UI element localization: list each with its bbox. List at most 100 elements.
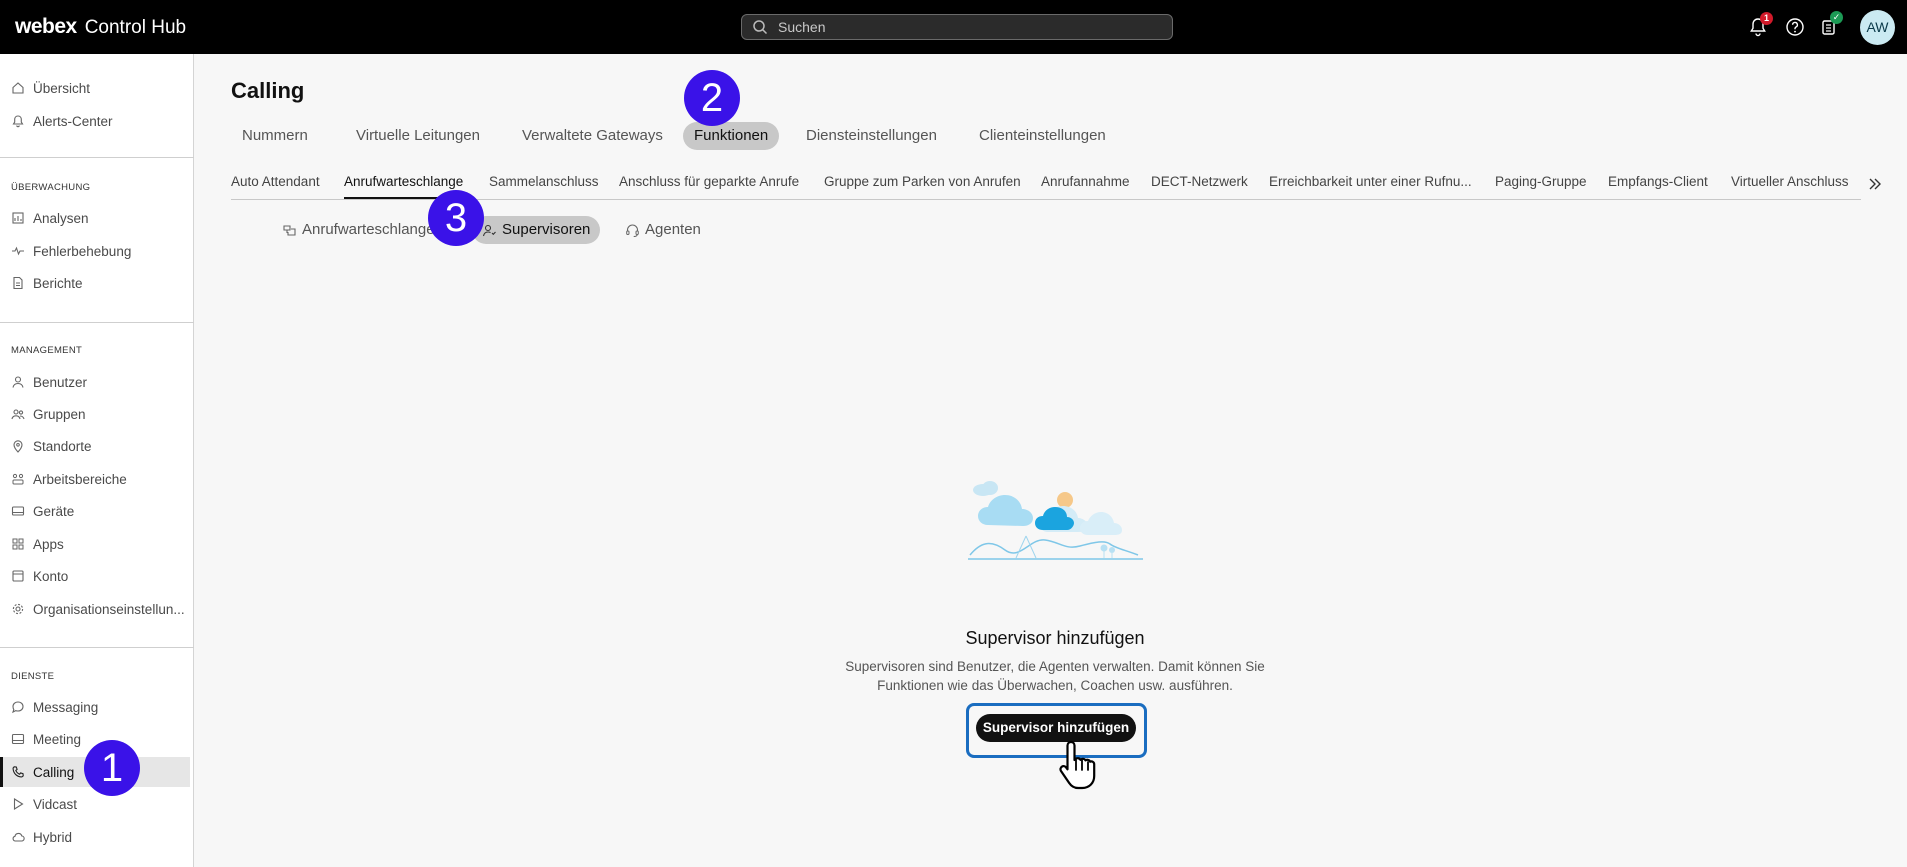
empty-state-cloud-illustration — [968, 481, 1143, 560]
feature-tab-virtual-extension[interactable]: Virtueller Anschluss — [1731, 174, 1849, 199]
sidebar-item-label: Standorte — [33, 438, 92, 454]
sub-tab-supervisors[interactable]: Supervisoren — [472, 216, 601, 244]
feature-tab-auto-attendant[interactable]: Auto Attendant — [231, 174, 320, 199]
phone-icon — [12, 766, 24, 778]
product-name: Control Hub — [84, 17, 187, 38]
feature-tab-hunt-group[interactable]: Sammelanschluss — [489, 174, 599, 199]
hand-pointer-cursor-icon — [1059, 740, 1096, 790]
search-icon — [753, 20, 768, 35]
help-icon[interactable] — [1784, 16, 1806, 38]
tab-service-settings[interactable]: Diensteinstellungen — [795, 122, 948, 150]
user-icon — [12, 376, 24, 388]
bell-icon — [12, 115, 24, 128]
sidebar-item-hybrid[interactable]: Hybrid — [0, 822, 190, 852]
feature-tab-call-pickup[interactable]: Anrufannahme — [1041, 174, 1130, 199]
gear-icon — [12, 603, 24, 615]
call-queue-icon — [283, 224, 296, 236]
chevron-double-right-icon[interactable] — [1867, 176, 1883, 192]
sidebar-item-alerts-center[interactable]: Alerts-Center — [0, 106, 190, 136]
sidebar-item-label: Meeting — [33, 731, 82, 747]
sidebar-section-services: DIENSTE — [11, 671, 55, 682]
tab-managed-gateways[interactable]: Verwaltete Gateways — [511, 122, 674, 150]
notification-badge: 1 — [1760, 12, 1773, 25]
webex-logo: webex — [15, 15, 77, 38]
sidebar-divider — [0, 322, 194, 323]
tab-virtual-lines[interactable]: Virtuelle Leitungen — [345, 122, 491, 150]
sidebar-item-label: Messaging — [33, 699, 99, 715]
tab-client-settings[interactable]: Clienteinstellungen — [968, 122, 1117, 150]
chat-icon — [12, 701, 24, 714]
device-icon — [11, 506, 25, 516]
sidebar-item-users[interactable]: Benutzer — [0, 367, 190, 397]
apps-icon — [12, 538, 24, 550]
sidebar-item-groups[interactable]: Gruppen — [0, 399, 190, 429]
analytics-icon — [12, 212, 24, 224]
play-icon — [13, 798, 24, 810]
sidebar-item-overview[interactable]: Übersicht — [0, 73, 190, 103]
sidebar-item-analytics[interactable]: Analysen — [0, 203, 190, 233]
sidebar-divider — [0, 647, 194, 648]
feature-tab-receptionist-client[interactable]: Empfangs-Client — [1608, 174, 1708, 199]
meeting-icon — [11, 733, 25, 745]
feature-tab-paging-group[interactable]: Paging-Gruppe — [1495, 174, 1587, 199]
status-check-badge: ✓ — [1830, 11, 1843, 24]
sub-tab-agents[interactable]: Agenten — [615, 216, 711, 244]
supervisor-icon — [482, 224, 496, 236]
sidebar-item-reports[interactable]: Berichte — [0, 268, 190, 298]
sidebar-item-label: Fehlerbehebung — [33, 243, 132, 259]
pulse-icon — [12, 246, 24, 256]
sidebar-item-label: Berichte — [33, 275, 83, 291]
sub-tab-label: Agenten — [645, 221, 701, 238]
feature-tab-single-number-reach[interactable]: Erreichbarkeit unter einer Rufnu... — [1269, 174, 1472, 199]
search-input[interactable] — [778, 19, 1158, 35]
sidebar-item-apps[interactable]: Apps — [0, 529, 190, 559]
sidebar-item-label: Übersicht — [33, 80, 91, 96]
sidebar-section-monitoring: ÜBERWACHUNG — [11, 182, 91, 193]
sidebar-item-label: Calling — [33, 764, 75, 780]
feature-tab-dect-network[interactable]: DECT-Netzwerk — [1151, 174, 1248, 199]
sidebar-item-label: Organisationseinstellun... — [33, 601, 185, 617]
sidebar-item-label: Apps — [33, 536, 64, 552]
sidebar-item-label: Konto — [33, 568, 69, 584]
feature-tabs: Auto Attendant Anrufwarteschlange Sammel… — [231, 174, 1861, 200]
sidebar-item-label: Analysen — [33, 210, 89, 226]
empty-state-description: Supervisoren sind Benutzer, die Agenten … — [845, 659, 1265, 693]
workspace-icon — [12, 473, 24, 485]
sidebar-item-troubleshooting[interactable]: Fehlerbehebung — [0, 236, 190, 266]
top-bar: webex Control Hub 1 ✓ AW — [0, 0, 1907, 54]
account-icon — [12, 570, 24, 582]
tab-numbers[interactable]: Nummern — [231, 122, 319, 150]
sidebar-item-workspaces[interactable]: Arbeitsbereiche — [0, 464, 190, 494]
sidebar-item-label: Benutzer — [33, 374, 88, 390]
avatar[interactable]: AW — [1860, 10, 1895, 45]
step-marker-1: 1 — [84, 740, 140, 796]
sidebar-item-locations[interactable]: Standorte — [0, 431, 190, 461]
sidebar-item-organization-settings[interactable]: Organisationseinstellun... — [0, 594, 190, 624]
sidebar-item-label: Hybrid — [33, 829, 73, 845]
sidebar-item-label: Alerts-Center — [33, 113, 113, 129]
sub-tab-call-queue[interactable]: Anrufwarteschlange — [272, 216, 445, 244]
sidebar-item-label: Geräte — [33, 503, 75, 519]
sidebar-divider — [0, 157, 194, 158]
home-icon — [12, 82, 24, 94]
page-title: Calling — [231, 78, 305, 103]
sidebar-item-devices[interactable]: Geräte — [0, 496, 190, 526]
empty-state-title: Supervisor hinzufügen — [965, 628, 1145, 648]
sidebar-item-vidcast[interactable]: Vidcast — [0, 789, 190, 819]
sidebar-item-account[interactable]: Konto — [0, 561, 190, 591]
global-search[interactable] — [741, 14, 1173, 40]
feature-tab-call-park-group[interactable]: Gruppe zum Parken von Anrufen — [824, 174, 1021, 199]
step-marker-2: 2 — [684, 70, 740, 126]
sub-tab-label: Anrufwarteschlange — [302, 221, 435, 238]
headset-icon — [626, 224, 639, 237]
report-icon — [13, 276, 23, 290]
cloud-icon — [12, 832, 25, 842]
sidebar-section-management: MANAGEMENT — [11, 345, 83, 356]
sidebar-item-messaging[interactable]: Messaging — [0, 692, 190, 722]
sidebar-item-label: Gruppen — [33, 406, 86, 422]
step-marker-3: 3 — [428, 190, 484, 246]
feature-tab-call-park-extension[interactable]: Anschluss für geparkte Anrufe — [619, 174, 799, 199]
sidebar-item-label: Vidcast — [33, 796, 78, 812]
tab-features[interactable]: Funktionen — [683, 122, 780, 150]
brand-logo[interactable]: webex Control Hub — [15, 15, 186, 39]
